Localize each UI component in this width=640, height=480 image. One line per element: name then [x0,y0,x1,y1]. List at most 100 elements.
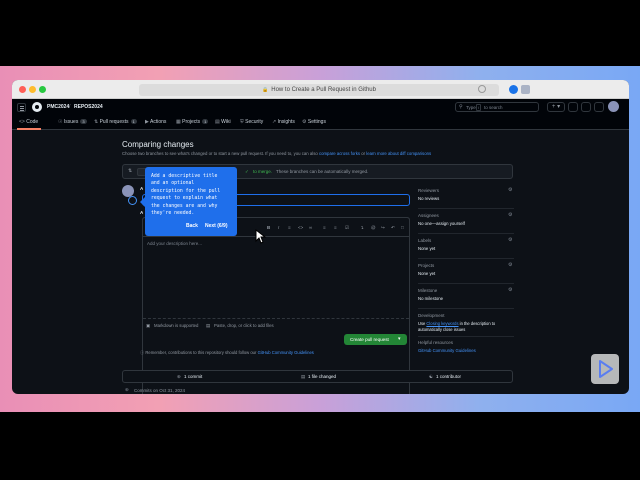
tab-issues[interactable]: ☉ Issues 3 [58,119,87,125]
reviewers-section[interactable]: Reviewers ⚙ No reviews [418,187,514,210]
bold-icon[interactable]: B [267,225,270,230]
add-description-label: A [140,210,144,215]
tooltip-next-button[interactable]: Next (6/9) [205,223,228,229]
image-icon: ▤ [206,323,211,328]
milestone-label: Milestone [418,288,438,293]
merge-status-text: These branches can be automatically merg… [276,169,369,174]
tab-label: Projects [182,119,201,125]
extension-icon[interactable] [509,85,518,94]
tooltip-back-button[interactable]: Back [186,223,198,229]
mention-icon[interactable]: @ [371,225,376,230]
book-icon: ▤ [215,119,220,125]
tab-wiki[interactable]: ▤ Wiki [215,119,231,125]
task-list-icon[interactable]: ☑ [345,225,349,231]
files-changed-count[interactable]: 1 file changed [308,374,336,379]
diff-comparisons-link[interactable]: learn more about diff comparisons [366,151,431,156]
description-textarea[interactable]: Add your description here... [143,236,409,316]
tab-security[interactable]: ⛨ Security [240,119,263,125]
tab-code[interactable]: <> Code [19,119,38,125]
milestone-section[interactable]: Milestone ⚙ No milestone [418,287,514,310]
gear-icon[interactable]: ⚙ [508,212,512,218]
tab-pull-requests[interactable]: ⇅ Pull requests 1 [94,119,137,125]
undo-icon[interactable]: ↶ [391,225,395,231]
file-diff-icon: ▤ [301,374,306,379]
repo-name-link[interactable]: REPOS2024 [74,104,103,110]
guidelines-reminder: ⓘ Remember, contributions to this reposi… [140,350,314,356]
minimize-window-button[interactable] [29,86,36,93]
markdown-note[interactable]: Markdown is supported [154,323,198,328]
reminder-text: Remember, contributions to this reposito… [145,350,257,355]
closing-keywords-link[interactable]: Closing keywords [426,321,458,326]
attach-icon[interactable]: ↴ [360,225,364,231]
chevron-down-icon[interactable]: ▾ [398,336,401,342]
search-placeholder-suffix: to search [484,105,503,110]
tab-insights[interactable]: ↗ Insights [272,119,295,125]
issue-icon: ☉ [58,119,63,125]
tab-label: Security [245,119,264,125]
gear-icon[interactable]: ⚙ [508,287,512,293]
page-subtitle: Choose two branches to see what's change… [122,151,431,156]
community-guidelines-link[interactable]: GitHub Community Guidelines [258,350,314,355]
divider [418,233,514,234]
tab-settings[interactable]: ⚙ Settings [302,119,326,125]
commit-timeline-icon: ⊛ [125,387,129,392]
github-header: PMC2024 / REPOS2024 ⚲ Type / to search +… [12,99,629,116]
hamburger-menu-icon[interactable] [17,103,26,112]
create-pull-request-button[interactable]: Create pull request ▾ [344,334,407,345]
github-logo-icon[interactable] [32,102,42,112]
repo-owner-link[interactable]: PMC2024 [47,104,69,110]
reload-icon[interactable] [478,85,486,93]
divider [418,208,514,209]
attach-files-note[interactable]: Paste, drop, or click to add files [214,323,274,328]
copilot-icon[interactable] [568,102,578,112]
tab-projects[interactable]: ▦ Projects 1 [176,119,209,125]
subtitle-or: or [361,151,366,156]
create-new-icon[interactable]: + ▾ [547,102,565,112]
gear-icon[interactable]: ⚙ [508,187,512,193]
milestone-value: No milestone [418,296,444,301]
tab-label: Insights [277,119,295,125]
share-icon[interactable] [521,85,530,94]
divider [418,336,514,337]
commits-count[interactable]: 1 commit [184,374,202,379]
merge-status-partial: to merge. [253,169,273,174]
helpful-guidelines-link[interactable]: GitHub Community Guidelines [418,348,476,353]
code-icon[interactable]: <> [298,225,303,230]
issues-icon[interactable] [581,102,591,112]
compare-arrows-icon: ⇅ [128,168,133,174]
numbered-list-icon[interactable]: ≡ [323,225,326,230]
unordered-list-icon[interactable]: ≡ [334,225,337,230]
italic-icon[interactable]: I [278,225,279,230]
description-placeholder: Add your description here... [147,241,203,246]
lock-icon: 🔒 [262,87,269,93]
tab-actions[interactable]: ▶ Actions [145,119,166,125]
gear-icon[interactable]: ⚙ [508,237,512,243]
repo-tabs: <> Code ☉ Issues 3 ⇅ Pull requests 1 ▶ Act… [12,116,629,130]
development-text-1: Use [418,321,426,326]
gear-icon[interactable]: ⚙ [508,262,512,268]
count-badge: 1 [202,119,209,124]
search-input[interactable]: ⚲ Type / to search [455,102,539,112]
projects-section[interactable]: Projects ⚙ None yet [418,262,514,285]
quote-icon[interactable]: ≡ [288,225,291,230]
labels-section[interactable]: Labels ⚙ None yet [418,237,514,260]
merge-status-check-icon: ✓ [245,169,249,174]
maximize-window-button[interactable] [39,86,46,93]
compare-forks-link[interactable]: compare across forks [319,151,360,156]
play-circle-icon: ▶ [145,119,149,125]
pull-requests-icon[interactable] [594,102,604,112]
reference-icon[interactable]: ↪ [381,225,385,231]
pull-request-icon: ⇅ [94,119,99,125]
video-play-button[interactable] [591,354,619,384]
tab-label: Settings [307,119,326,125]
assignees-section[interactable]: Assignees ⚙ No one—assign yourself [418,212,514,235]
avatar[interactable] [608,101,619,112]
contributors-count[interactable]: 1 contributor [436,374,461,379]
close-window-button[interactable] [19,86,26,93]
link-icon[interactable]: ∞ [309,225,312,230]
address-bar[interactable]: 🔒 How to Create a Pull Request in Github [139,84,499,96]
commits-on-date: Commits on Oct 31, 2024 [134,388,186,393]
commit-icon: ⊛ [177,374,181,379]
pr-sidebar: Reviewers ⚙ No reviews Assignees ⚙ No on… [418,187,514,358]
fullscreen-icon[interactable]: □ [401,225,404,230]
